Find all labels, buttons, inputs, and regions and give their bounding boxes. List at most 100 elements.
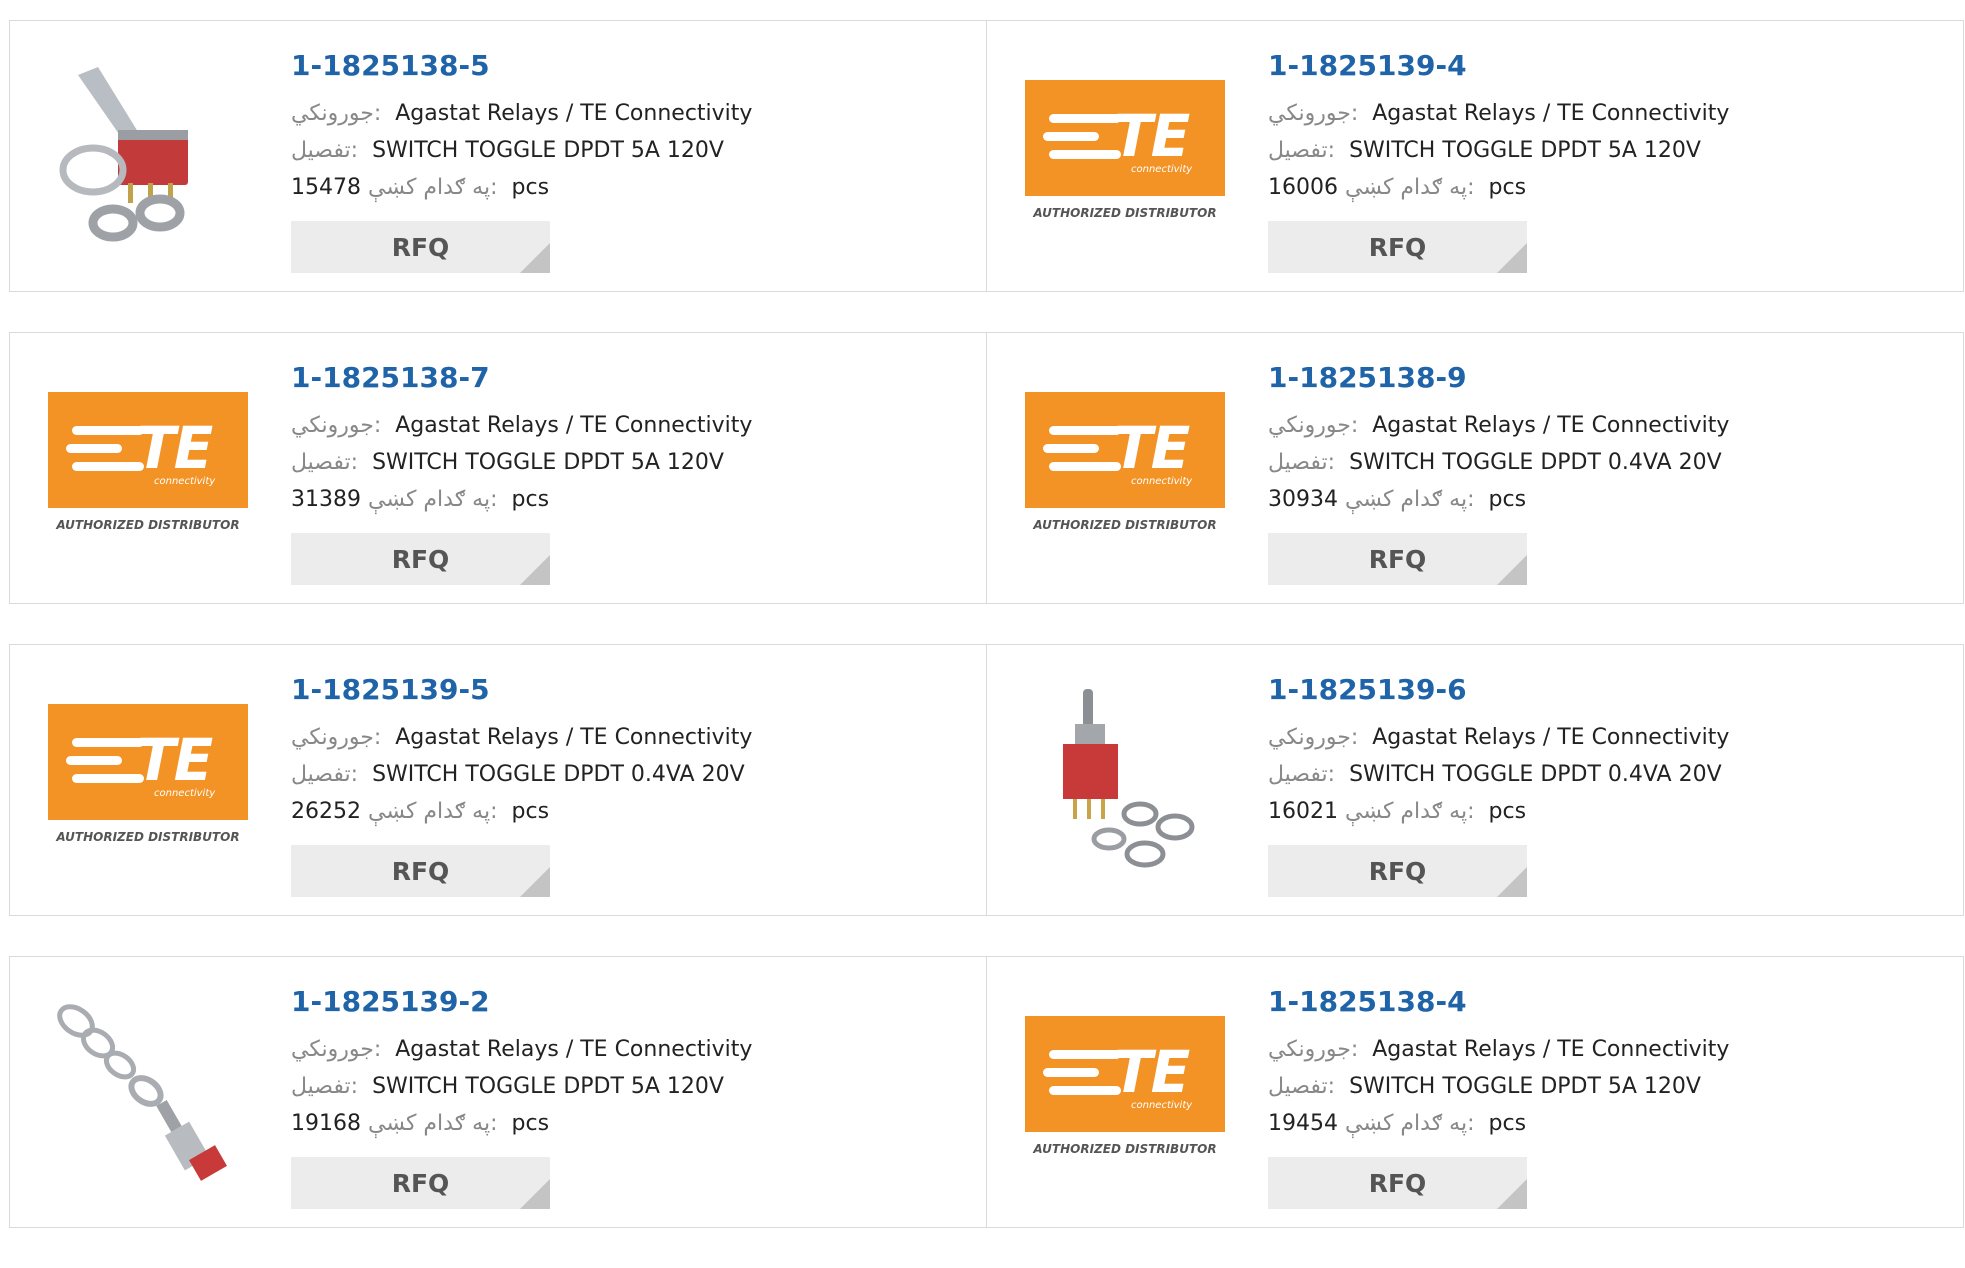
part-number-link[interactable]: 1-1825138-9 — [1268, 361, 1467, 394]
product-row: 1-1825138-5 جورونكي: Agastat Relays / TE… — [9, 20, 1965, 292]
product-image[interactable]: TE connectivity AUTHORIZED DISTRIBUTOR — [1025, 55, 1225, 255]
rfq-button[interactable]: RFQ — [1268, 845, 1527, 897]
product-image[interactable] — [1025, 679, 1225, 879]
stock-unit: pcs — [511, 1111, 550, 1136]
description-row: تفصيل: SWITCH TOGGLE DPDT 5A 120V — [1268, 1074, 1701, 1099]
te-subtext: connectivity — [154, 788, 216, 799]
product-image[interactable]: TE connectivity AUTHORIZED DISTRIBUTOR — [1025, 991, 1225, 1191]
rfq-button[interactable]: RFQ — [1268, 1157, 1527, 1209]
te-logo-box: TE connectivity — [48, 704, 248, 820]
rfq-button[interactable]: RFQ — [291, 533, 550, 585]
product-image[interactable] — [48, 991, 248, 1191]
stock-value: 19454 — [1268, 1111, 1338, 1136]
rfq-button[interactable]: RFQ — [291, 221, 550, 273]
description-row: تفصيل: SWITCH TOGGLE DPDT 0.4VA 20V — [1268, 762, 1722, 787]
product-image[interactable]: TE connectivity AUTHORIZED DISTRIBUTOR — [48, 367, 248, 567]
product-image[interactable]: TE connectivity AUTHORIZED DISTRIBUTOR — [48, 679, 248, 879]
description-row: تفصيل: SWITCH TOGGLE DPDT 5A 120V — [291, 450, 724, 475]
manufacturer-value: Agastat Relays / TE Connectivity — [1372, 101, 1730, 126]
manufacturer-value: Agastat Relays / TE Connectivity — [395, 413, 753, 438]
description-label: تفصيل: — [1268, 762, 1336, 787]
description-value: SWITCH TOGGLE DPDT 0.4VA 20V — [372, 762, 745, 787]
manufacturer-label: جورونكي: — [1268, 1037, 1359, 1062]
manufacturer-row: جورونكي: Agastat Relays / TE Connectivit… — [291, 413, 752, 438]
description-label: تفصيل: — [291, 138, 359, 163]
part-number-link[interactable]: 1-1825139-2 — [291, 985, 490, 1018]
stock-row: 19454 په ګدام کښې: pcs — [1268, 1111, 1526, 1136]
product-row: TE connectivity AUTHORIZED DISTRIBUTOR 1… — [9, 332, 1965, 604]
manufacturer-label: جورونكي: — [291, 413, 382, 438]
manufacturer-label: جورونكي: — [1268, 413, 1359, 438]
stock-unit: pcs — [1488, 175, 1527, 200]
manufacturer-row: جورونكي: Agastat Relays / TE Connectivit… — [291, 1037, 752, 1062]
product-image[interactable]: TE connectivity AUTHORIZED DISTRIBUTOR — [1025, 367, 1225, 567]
part-number-link[interactable]: 1-1825139-6 — [1268, 673, 1467, 706]
part-number-link[interactable]: 1-1825138-7 — [291, 361, 490, 394]
part-number-link[interactable]: 1-1825139-4 — [1268, 49, 1467, 82]
stock-unit: pcs — [1488, 487, 1527, 512]
stock-label: په ګدام کښې: — [368, 799, 498, 824]
te-tagline: AUTHORIZED DISTRIBUTOR — [1033, 518, 1217, 532]
product-card: 1-1825138-5 جورونكي: Agastat Relays / TE… — [9, 20, 987, 292]
stock-label: په ګدام کښې: — [1345, 487, 1475, 512]
toggle-switch-photo-icon — [59, 67, 188, 242]
description-label: تفصيل: — [1268, 1074, 1336, 1099]
description-value: SWITCH TOGGLE DPDT 5A 120V — [372, 450, 724, 475]
te-logo: TE connectivity AUTHORIZED DISTRIBUTOR — [48, 704, 248, 854]
rfq-button[interactable]: RFQ — [291, 1157, 550, 1209]
manufacturer-label: جورونكي: — [1268, 101, 1359, 126]
manufacturer-value: Agastat Relays / TE Connectivity — [395, 1037, 753, 1062]
stock-row: 31389 په ګدام کښې: pcs — [291, 487, 549, 512]
stock-value: 30934 — [1268, 487, 1338, 512]
description-row: تفصيل: SWITCH TOGGLE DPDT 5A 120V — [291, 138, 724, 163]
manufacturer-row: جورونكي: Agastat Relays / TE Connectivit… — [291, 101, 752, 126]
description-value: SWITCH TOGGLE DPDT 0.4VA 20V — [1349, 762, 1722, 787]
manufacturer-row: جورونكي: Agastat Relays / TE Connectivit… — [1268, 413, 1729, 438]
product-card: TE connectivity AUTHORIZED DISTRIBUTOR 1… — [986, 956, 1964, 1228]
part-number-link[interactable]: 1-1825138-5 — [291, 49, 490, 82]
manufacturer-value: Agastat Relays / TE Connectivity — [395, 725, 753, 750]
description-label: تفصيل: — [291, 450, 359, 475]
te-logo-box: TE connectivity — [1025, 80, 1225, 196]
stock-row: 26252 په ګدام کښې: pcs — [291, 799, 549, 824]
stock-label: په ګدام کښې: — [368, 1111, 498, 1136]
manufacturer-value: Agastat Relays / TE Connectivity — [1372, 413, 1730, 438]
description-value: SWITCH TOGGLE DPDT 5A 120V — [1349, 1074, 1701, 1099]
stock-label: په ګدام کښې: — [368, 175, 498, 200]
te-wordmark: TE — [1113, 414, 1190, 482]
product-card: 1-1825139-2 جورونكي: Agastat Relays / TE… — [9, 956, 987, 1228]
mini-toggle-switch-photo-icon — [1063, 689, 1195, 868]
description-label: تفصيل: — [1268, 138, 1336, 163]
stock-unit: pcs — [511, 487, 550, 512]
manufacturer-row: جورونكي: Agastat Relays / TE Connectivit… — [1268, 1037, 1729, 1062]
manufacturer-label: جورونكي: — [291, 101, 382, 126]
stock-value: 19168 — [291, 1111, 361, 1136]
stock-value: 31389 — [291, 487, 361, 512]
product-row: 1-1825139-2 جورونكي: Agastat Relays / TE… — [9, 956, 1965, 1228]
rfq-button[interactable]: RFQ — [1268, 533, 1527, 585]
description-value: SWITCH TOGGLE DPDT 5A 120V — [372, 138, 724, 163]
description-value: SWITCH TOGGLE DPDT 5A 120V — [1349, 138, 1701, 163]
te-subtext: connectivity — [154, 476, 216, 487]
stock-label: په ګدام کښې: — [368, 487, 498, 512]
part-number-link[interactable]: 1-1825138-4 — [1268, 985, 1467, 1018]
te-wordmark: TE — [1113, 102, 1190, 170]
te-subtext: connectivity — [1131, 476, 1193, 487]
description-label: تفصيل: — [291, 1074, 359, 1099]
te-logo: TE connectivity AUTHORIZED DISTRIBUTOR — [1025, 392, 1225, 542]
stock-label: په ګدام کښې: — [1345, 175, 1475, 200]
description-value: SWITCH TOGGLE DPDT 0.4VA 20V — [1349, 450, 1722, 475]
te-tagline: AUTHORIZED DISTRIBUTOR — [56, 518, 240, 532]
te-logo-box: TE connectivity — [1025, 392, 1225, 508]
rfq-button[interactable]: RFQ — [291, 845, 550, 897]
rfq-button[interactable]: RFQ — [1268, 221, 1527, 273]
product-image[interactable] — [48, 55, 248, 255]
description-row: تفصيل: SWITCH TOGGLE DPDT 5A 120V — [1268, 138, 1701, 163]
te-logo: TE connectivity AUTHORIZED DISTRIBUTOR — [48, 392, 248, 542]
description-value: SWITCH TOGGLE DPDT 5A 120V — [372, 1074, 724, 1099]
manufacturer-row: جورونكي: Agastat Relays / TE Connectivit… — [1268, 725, 1729, 750]
part-number-link[interactable]: 1-1825139-5 — [291, 673, 490, 706]
te-wordmark: TE — [136, 726, 213, 794]
stock-value: 15478 — [291, 175, 361, 200]
product-card: TE connectivity AUTHORIZED DISTRIBUTOR 1… — [986, 332, 1964, 604]
